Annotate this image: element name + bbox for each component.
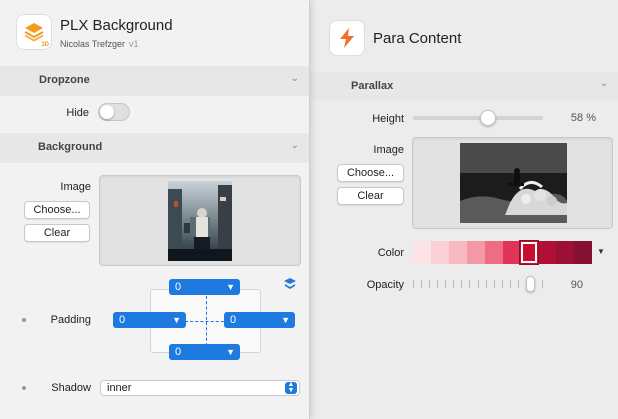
para-app-icon [329, 20, 365, 56]
surfer-photo-thumbnail [460, 143, 567, 223]
para-app-title: Para Content [373, 30, 462, 47]
hide-label: Hide [66, 107, 89, 119]
padding-right-value: 0 [230, 314, 237, 326]
color-swatch-strip[interactable] [413, 241, 593, 264]
lightning-bolt-icon [340, 28, 354, 48]
updown-stepper-icon: ▲ ▼ [285, 381, 297, 394]
plx-app-author: Nicolas Trefzger v1 [60, 39, 139, 49]
slider-tick [445, 280, 446, 288]
padding-top-value: 0 [175, 281, 182, 293]
shadow-value: inner [107, 382, 132, 394]
color-swatch[interactable] [538, 241, 557, 264]
slider-tick [413, 280, 414, 288]
opacity-slider[interactable] [413, 280, 543, 288]
shadow-label: Shadow [51, 382, 91, 394]
slider-tick [461, 280, 462, 288]
chevron-down-icon: ▼ [172, 315, 181, 325]
shadow-select[interactable]: inner ▲ ▼ [100, 380, 300, 396]
icon-badge: 3D [41, 42, 49, 48]
slider-tick [486, 280, 487, 288]
dropzone-section-header[interactable]: Dropzone ⌄ [0, 66, 309, 96]
padding-left-select[interactable]: 0 ▼ [113, 312, 186, 328]
height-value: 58 % [570, 112, 596, 124]
parallax-title: Parallax [351, 80, 394, 92]
padding-left-value: 0 [119, 314, 126, 326]
plx-app-icon: 3D [16, 14, 52, 50]
height-slider-fill [413, 116, 489, 120]
chevron-down-icon: ▼ [281, 315, 290, 325]
padding-top-select[interactable]: 0 ▼ [169, 279, 240, 295]
padding-horizontal-guide [185, 321, 229, 322]
parallax-image-label: Image [373, 144, 404, 156]
clear-image-button[interactable]: Clear [24, 224, 90, 242]
color-label: Color [377, 247, 404, 259]
color-swatch[interactable] [448, 241, 467, 264]
slider-tick [518, 280, 519, 288]
plx-app-title: PLX Background [60, 17, 173, 34]
parallax-section-header[interactable]: Parallax ⌄ [311, 72, 618, 100]
height-label: Height [372, 113, 404, 125]
slider-tick [502, 280, 503, 288]
slider-tick [494, 280, 495, 288]
parallax-clear-image-button[interactable]: Clear [337, 187, 404, 205]
street-photo-thumbnail [168, 181, 232, 261]
color-swatch[interactable] [484, 241, 503, 264]
slider-tick [510, 280, 511, 288]
chevron-down-icon[interactable]: ⌄ [291, 140, 299, 151]
padding-label: Padding [50, 314, 91, 326]
plx-background-header: 3D PLX Background Nicolas Trefzger v1 [0, 0, 309, 66]
color-swatch[interactable] [430, 241, 449, 264]
color-swatch[interactable] [502, 241, 521, 264]
plx-background-panel: 3D PLX Background Nicolas Trefzger v1 Dro… [0, 0, 310, 419]
shadow-bullet [22, 386, 26, 390]
slider-tick [421, 280, 422, 288]
hide-toggle[interactable] [98, 103, 130, 121]
slider-tick [478, 280, 479, 288]
padding-right-select[interactable]: 0 ▼ [224, 312, 295, 328]
background-image-well[interactable] [99, 175, 301, 266]
chevron-down-icon[interactable]: ⌄ [600, 78, 608, 89]
image-label: Image [60, 181, 91, 193]
parallax-choose-image-button[interactable]: Choose... [337, 164, 404, 182]
chevron-down-icon: ▼ [226, 282, 235, 292]
color-swatch[interactable] [520, 241, 539, 264]
parallax-image-well[interactable] [412, 137, 613, 229]
app-version: v1 [129, 39, 139, 49]
opacity-label: Opacity [366, 279, 404, 291]
link-padding-icon[interactable] [282, 277, 298, 291]
stack-3d-icon [24, 23, 44, 42]
opacity-slider-knob[interactable] [526, 276, 535, 292]
slider-tick [453, 280, 454, 288]
color-swatch[interactable] [466, 241, 485, 264]
chevron-down-icon: ▼ [226, 347, 235, 357]
slider-tick [542, 280, 543, 288]
color-swatch[interactable] [574, 241, 593, 264]
slider-tick [429, 280, 430, 288]
chevron-down-icon[interactable]: ⌄ [291, 73, 299, 84]
height-slider[interactable] [413, 116, 543, 120]
color-swatch[interactable] [556, 241, 575, 264]
dropzone-title: Dropzone [39, 74, 90, 86]
slider-tick [469, 280, 470, 288]
author-name: Nicolas Trefzger [60, 39, 126, 49]
padding-bottom-select[interactable]: 0 ▼ [169, 344, 240, 360]
padding-bullet [22, 318, 26, 322]
background-section-header[interactable]: Background ⌄ [0, 133, 309, 163]
choose-image-button[interactable]: Choose... [24, 201, 90, 219]
background-title: Background [38, 141, 103, 153]
opacity-value: 90 [570, 279, 583, 291]
color-swatch[interactable] [413, 241, 431, 264]
slider-tick [437, 280, 438, 288]
padding-bottom-value: 0 [175, 346, 182, 358]
toggle-knob [100, 105, 114, 119]
chevron-down-icon[interactable]: ▼ [594, 244, 608, 260]
